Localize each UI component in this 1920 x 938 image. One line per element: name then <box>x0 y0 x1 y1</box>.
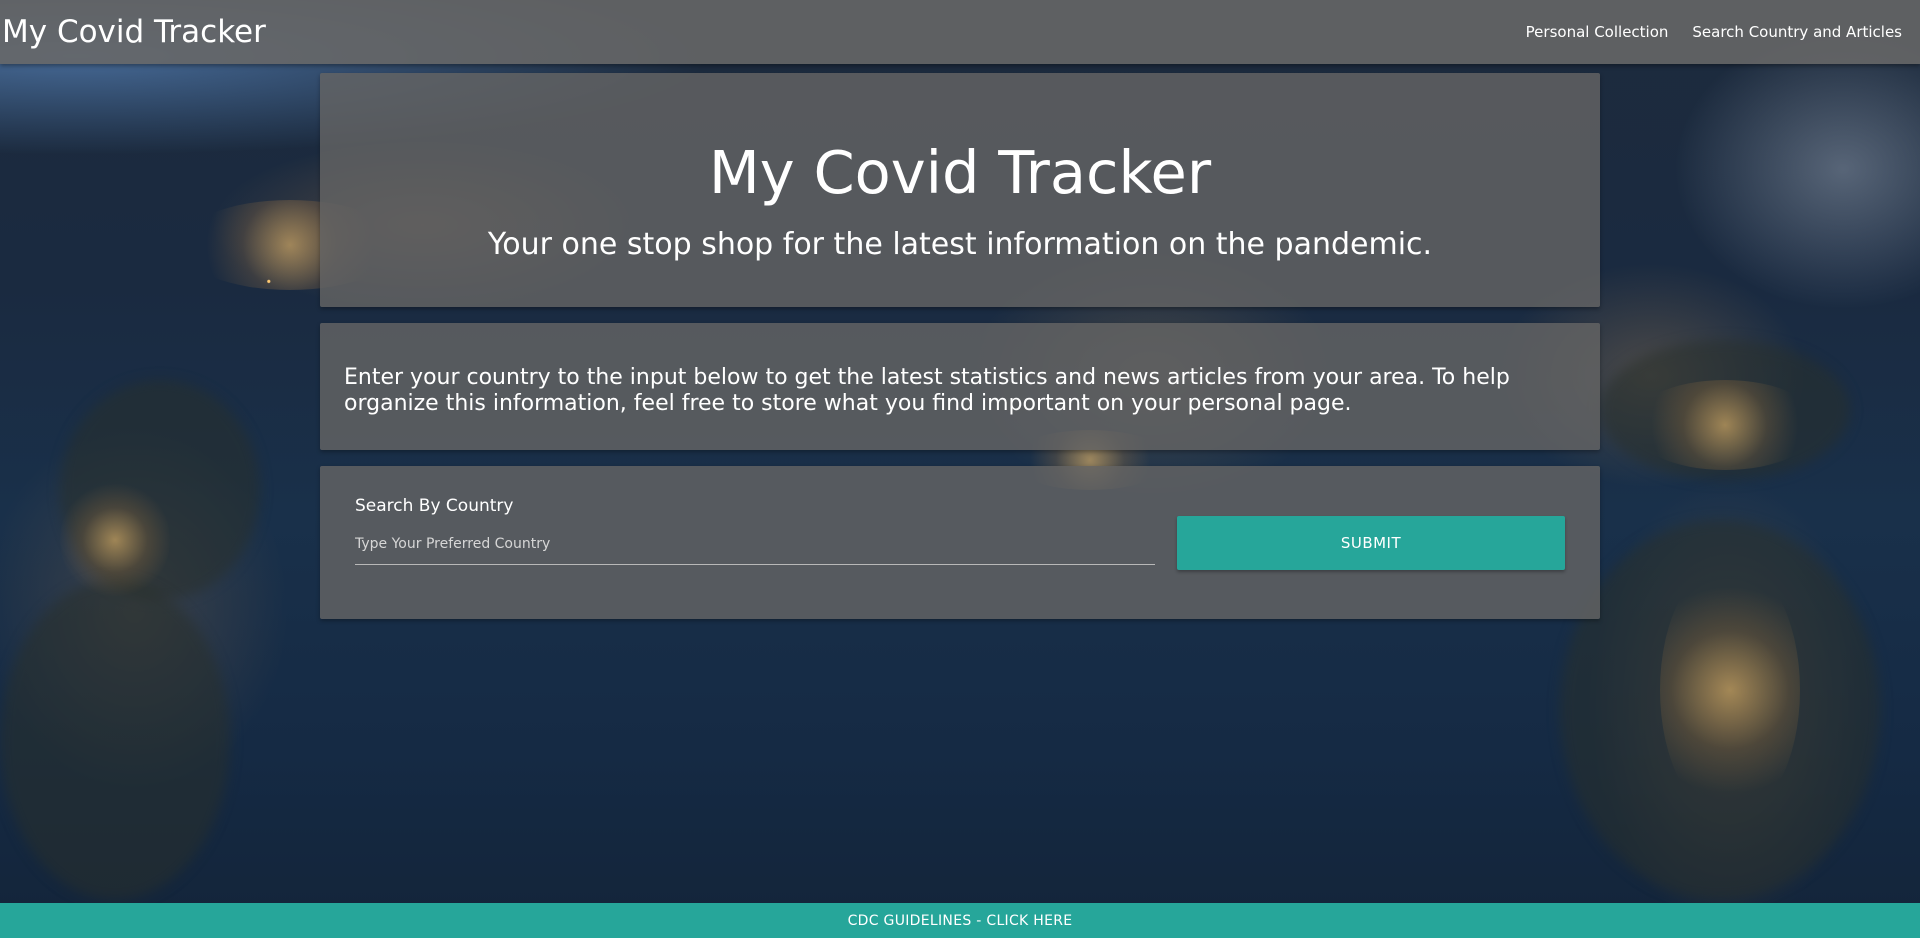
nav-link-search-country-articles[interactable]: Search Country and Articles <box>1680 0 1914 64</box>
hero-subtitle: Your one stop shop for the latest inform… <box>487 227 1433 262</box>
hero-title: My Covid Tracker <box>708 138 1212 207</box>
submit-button[interactable]: SUBMIT <box>1177 516 1565 570</box>
cdc-guidelines-link[interactable]: CDC GUIDELINES - CLICK HERE <box>0 903 1920 938</box>
country-search-input[interactable] <box>355 523 1155 565</box>
brand-logo-link[interactable]: My Covid Tracker <box>0 0 266 64</box>
background-landmass <box>0 580 230 900</box>
background-city-lights <box>60 480 170 600</box>
search-label: Search By Country <box>355 496 514 516</box>
top-navbar: My Covid Tracker Personal Collection Sea… <box>0 0 1920 64</box>
search-card: Search By Country SUBMIT <box>320 466 1600 619</box>
nav-links: Personal Collection Search Country and A… <box>1514 0 1914 64</box>
nav-link-personal-collection[interactable]: Personal Collection <box>1514 0 1681 64</box>
background-city-lights <box>1660 560 1800 820</box>
hero-card: My Covid Tracker Your one stop shop for … <box>320 73 1600 307</box>
intro-card: Enter your country to the input below to… <box>320 323 1600 450</box>
background-city-lights <box>1630 380 1820 470</box>
page: My Covid Tracker Personal Collection Sea… <box>0 0 1920 938</box>
intro-text: Enter your country to the input below to… <box>344 365 1510 416</box>
